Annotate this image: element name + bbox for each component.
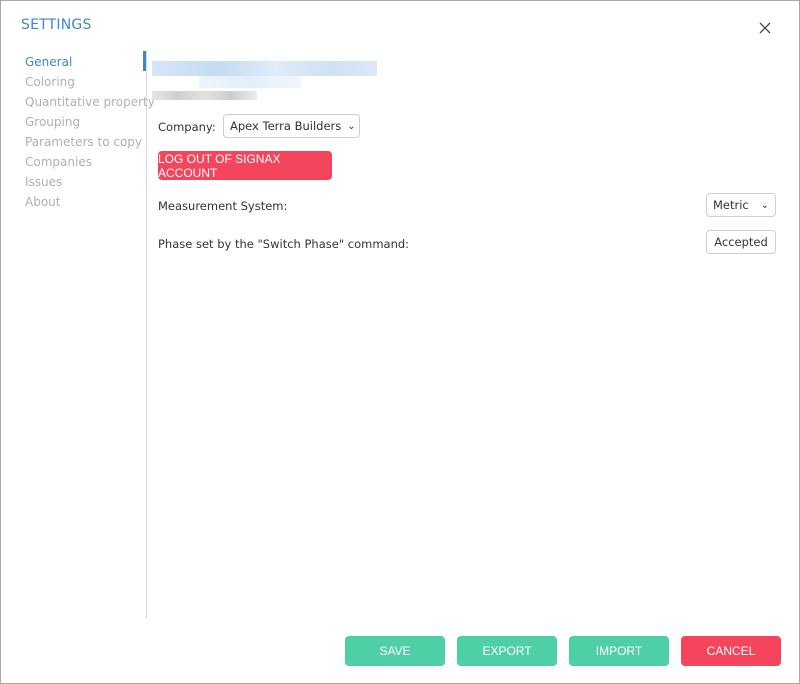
settings-dialog: SETTINGS General Coloring Quantitative p… bbox=[0, 0, 800, 684]
company-select[interactable]: Apex Terra Builders ⌄ bbox=[223, 114, 360, 138]
phase-select-value: Accepted bbox=[714, 235, 768, 249]
chevron-down-icon: ⌄ bbox=[347, 120, 356, 132]
measurement-system-select[interactable]: Metric ⌄ bbox=[706, 193, 776, 217]
active-indicator bbox=[143, 51, 146, 71]
phase-select[interactable]: Accepted bbox=[706, 230, 776, 254]
logout-button[interactable]: LOG OUT OF SIGNAX ACCOUNT bbox=[158, 151, 332, 180]
sidebar-item-coloring[interactable]: Coloring bbox=[25, 75, 75, 89]
redacted-user-email bbox=[152, 91, 257, 100]
sidebar-item-companies[interactable]: Companies bbox=[25, 155, 92, 169]
company-label: Company: bbox=[158, 120, 216, 134]
sidebar-item-grouping[interactable]: Grouping bbox=[25, 115, 80, 129]
export-button[interactable]: EXPORT bbox=[457, 636, 557, 666]
sidebar-item-issues[interactable]: Issues bbox=[25, 175, 62, 189]
phase-label: Phase set by the "Switch Phase" command: bbox=[158, 237, 410, 251]
cancel-button[interactable]: CANCEL bbox=[681, 636, 781, 666]
sidebar: General Coloring Quantitative property G… bbox=[1, 51, 155, 618]
general-panel: Company: Apex Terra Builders ⌄ LOG OUT O… bbox=[151, 51, 791, 611]
save-button[interactable]: SAVE bbox=[345, 636, 445, 666]
sidebar-item-general[interactable]: General bbox=[25, 55, 72, 69]
redacted-user-name-shadow bbox=[199, 76, 301, 88]
company-select-value: Apex Terra Builders bbox=[230, 119, 342, 133]
chevron-down-icon: ⌄ bbox=[760, 199, 769, 211]
dialog-title: SETTINGS bbox=[21, 17, 92, 33]
close-icon[interactable] bbox=[755, 18, 775, 38]
sidebar-item-quantitative-property[interactable]: Quantitative property bbox=[25, 95, 155, 109]
import-button[interactable]: IMPORT bbox=[569, 636, 669, 666]
measurement-system-label: Measurement System: bbox=[158, 199, 288, 213]
sidebar-item-parameters-to-copy[interactable]: Parameters to copy bbox=[25, 135, 142, 149]
measurement-select-value: Metric bbox=[713, 198, 749, 212]
redacted-user-name bbox=[152, 61, 377, 76]
sidebar-item-about[interactable]: About bbox=[25, 195, 60, 209]
